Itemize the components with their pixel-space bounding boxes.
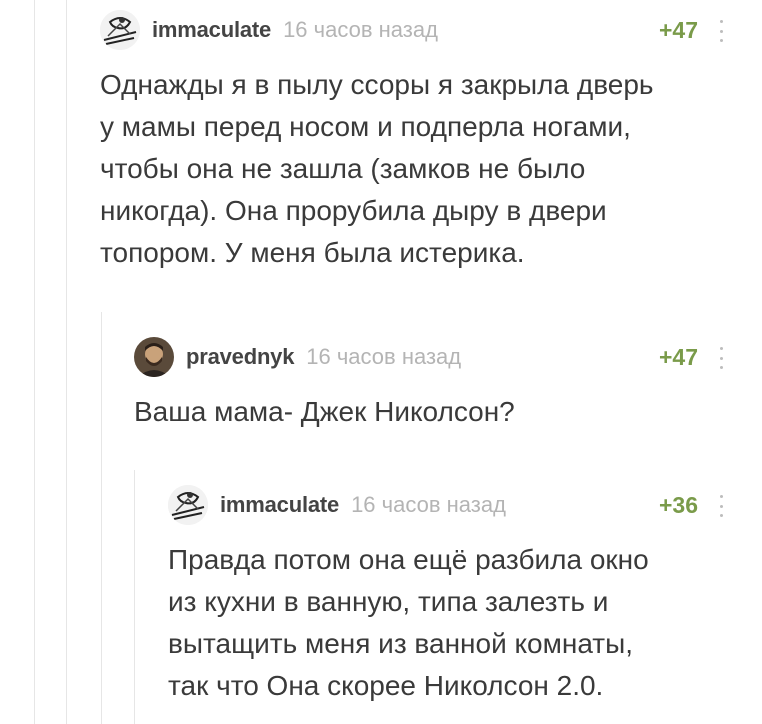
more-options-icon[interactable]: [718, 20, 724, 42]
comment-rating: +47: [658, 343, 698, 370]
thread-line: [101, 312, 102, 724]
username-link[interactable]: pravednyk: [186, 344, 294, 370]
comment-timestamp[interactable]: 16 часов назад: [306, 344, 461, 370]
sketch-avatar-icon[interactable]: [100, 10, 140, 50]
comment-rating: +36: [658, 491, 698, 518]
more-options-icon[interactable]: [718, 495, 724, 517]
comment-header: immaculate 16 часов назад +36: [168, 485, 730, 525]
comment-header: pravednyk 16 часов назад +47: [134, 337, 730, 377]
comment-text: Правда потом она ещё разбила окно из кух…: [168, 544, 649, 701]
username-link[interactable]: immaculate: [152, 17, 271, 43]
thread-line: [66, 0, 67, 724]
comment-timestamp[interactable]: 16 часов назад: [351, 492, 506, 518]
comment-rating: +47: [658, 16, 698, 43]
comment-text: Однажды я в пылу ссоры я закрыла дверь у…: [100, 69, 654, 268]
photo-avatar-icon[interactable]: [134, 337, 174, 377]
sketch-avatar-icon[interactable]: [168, 485, 208, 525]
thread-line: [34, 0, 35, 724]
comment: immaculate 16 часов назад +36 Правда пот…: [168, 485, 730, 707]
thread-line: [134, 470, 135, 724]
comment: pravednyk 16 часов назад +47 Ваша мама- …: [134, 337, 730, 433]
comment-text: Ваша мама- Джек Николсон?: [134, 396, 515, 427]
username-link[interactable]: immaculate: [220, 492, 339, 518]
comment: immaculate 16 часов назад +47 Однажды я …: [100, 10, 730, 274]
comment-header: immaculate 16 часов назад +47: [100, 10, 730, 50]
more-options-icon[interactable]: [718, 347, 724, 369]
comment-timestamp[interactable]: 16 часов назад: [283, 17, 438, 43]
